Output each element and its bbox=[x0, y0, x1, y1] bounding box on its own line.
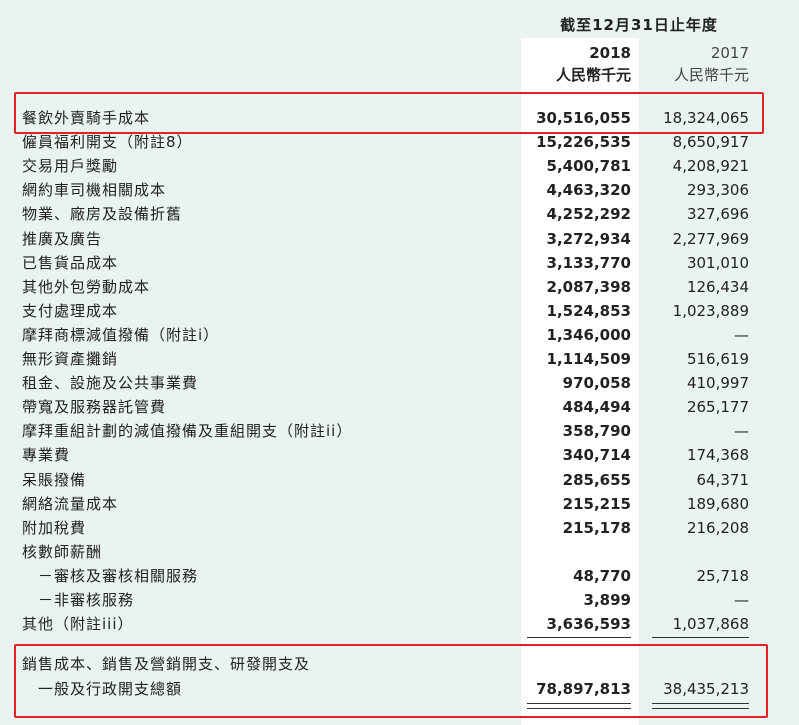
row-label: 無形資產攤銷 bbox=[22, 350, 119, 368]
column-header-2017: 2017 人民幣千元 bbox=[631, 42, 749, 86]
row-label: 交易用戶獎勵 bbox=[22, 157, 119, 176]
row-label: 支付處理成本 bbox=[22, 301, 119, 320]
row-value-2018: 48,770 bbox=[573, 566, 631, 585]
row-value-2017: 265,177 bbox=[686, 398, 749, 417]
table-row: 其他（附註iii） 3,636,593 1,037,868 bbox=[0, 612, 799, 636]
row-value-2018: 215,178 bbox=[562, 518, 631, 537]
row-value-2018: 1,524,853 bbox=[546, 301, 631, 320]
row-value-2018: 4,463,320 bbox=[546, 181, 631, 200]
row-value-2017: 174,368 bbox=[686, 446, 749, 465]
row-value-2017: 516,619 bbox=[686, 350, 749, 368]
row-value-2017: 301,010 bbox=[686, 253, 749, 272]
column-2018-unit: 人民幣千元 bbox=[555, 66, 631, 84]
row-value-2017: 4,208,921 bbox=[672, 157, 749, 176]
row-value-2017: 126,434 bbox=[686, 277, 749, 296]
row-label: 呆賬撥備 bbox=[22, 470, 87, 489]
row-value-2018: 970,058 bbox=[562, 374, 631, 393]
row-value-2017: — bbox=[734, 325, 749, 344]
row-label: 網約車司機相關成本 bbox=[22, 181, 167, 200]
row-value-2017: 25,718 bbox=[696, 566, 750, 585]
row-value-2018: 3,133,770 bbox=[546, 253, 631, 272]
table-row: 核數師薪酬 bbox=[0, 540, 799, 564]
row-value-2017: 2,277,969 bbox=[672, 229, 749, 248]
row-value-2018: 1,114,509 bbox=[546, 350, 631, 368]
row-value-2017: — bbox=[734, 591, 749, 609]
table-row: 摩拜商標減值撥備（附註i） 1,346,000 — bbox=[0, 323, 799, 347]
table-row: 帶寬及服務器託管費 484,494 265,177 bbox=[0, 395, 799, 419]
table-row: 無形資產攤銷 1,114,509 516,619 bbox=[0, 347, 799, 371]
table-row: 支付處理成本 1,524,853 1,023,889 bbox=[0, 299, 799, 323]
table-row: 摩拜重組計劃的減值撥備及重組開支（附註ii） 358,790 — bbox=[0, 419, 799, 443]
row-label: 專業費 bbox=[22, 446, 71, 465]
table-row: 呆賬撥備 285,655 64,371 bbox=[0, 468, 799, 492]
row-value-2018: 285,655 bbox=[562, 470, 631, 489]
table-row: 租金、設施及公共事業費 970,058 410,997 bbox=[0, 371, 799, 395]
table-row: 附加稅費 215,178 216,208 bbox=[0, 516, 799, 540]
row-label: 摩拜重組計劃的減值撥備及重組開支（附註ii） bbox=[22, 422, 353, 441]
row-label: 物業、廠房及設備折舊 bbox=[22, 205, 183, 224]
row-value-2017: 293,306 bbox=[686, 181, 749, 200]
row-label: －審核及審核相關服務 bbox=[38, 566, 199, 585]
highlight-box-rider-cost bbox=[14, 92, 764, 134]
subtotal-underline-2017 bbox=[652, 637, 749, 638]
table-row: 其他外包勞動成本 2,087,398 126,434 bbox=[0, 275, 799, 299]
column-2017-unit: 人民幣千元 bbox=[673, 66, 749, 84]
row-value-2017: 1,023,889 bbox=[672, 301, 749, 320]
table-row: 推廣及廣告 3,272,934 2,277,969 bbox=[0, 227, 799, 251]
row-label: 推廣及廣告 bbox=[22, 229, 103, 248]
column-2017-year: 2017 bbox=[710, 44, 749, 62]
row-label: 附加稅費 bbox=[22, 518, 87, 537]
table-row: 已售貨品成本 3,133,770 301,010 bbox=[0, 251, 799, 275]
row-value-2017: 410,997 bbox=[686, 374, 749, 393]
column-header-2018: 2018 人民幣千元 bbox=[513, 42, 631, 86]
row-value-2018: 4,252,292 bbox=[546, 205, 631, 224]
row-value-2017: 64,371 bbox=[696, 470, 750, 489]
table-row: －非審核服務 3,899 — bbox=[0, 588, 799, 612]
row-label: －非審核服務 bbox=[38, 591, 135, 609]
row-value-2018: 484,494 bbox=[562, 398, 631, 417]
row-value-2018: 2,087,398 bbox=[546, 277, 631, 296]
row-value-2018: 215,215 bbox=[562, 494, 631, 513]
row-value-2018: 3,636,593 bbox=[546, 615, 631, 634]
row-label: 摩拜商標減值撥備（附註i） bbox=[22, 325, 220, 344]
table-row: 網絡流量成本 215,215 189,680 bbox=[0, 492, 799, 516]
row-label: 已售貨品成本 bbox=[22, 253, 119, 272]
row-label: 其他（附註iii） bbox=[22, 615, 134, 634]
table-row: 網約車司機相關成本 4,463,320 293,306 bbox=[0, 178, 799, 202]
row-label: 網絡流量成本 bbox=[22, 494, 119, 513]
row-label: 帶寬及服務器託管費 bbox=[22, 398, 167, 417]
column-2018-year: 2018 bbox=[589, 44, 631, 62]
highlight-box-total bbox=[14, 644, 768, 718]
row-value-2017: 216,208 bbox=[686, 518, 749, 537]
row-value-2018: 3,272,934 bbox=[546, 229, 631, 248]
row-value-2017: 189,680 bbox=[686, 494, 749, 513]
row-value-2018: 358,790 bbox=[562, 422, 631, 441]
table-row: 交易用戶獎勵 5,400,781 4,208,921 bbox=[0, 154, 799, 178]
row-value-2017: 327,696 bbox=[686, 205, 749, 224]
row-value-2018: 5,400,781 bbox=[546, 157, 631, 176]
row-label: 租金、設施及公共事業費 bbox=[22, 374, 199, 393]
period-heading: 截至12月31日止年度 bbox=[560, 16, 718, 34]
row-value-2018: 340,714 bbox=[562, 446, 631, 465]
row-label: 其他外包勞動成本 bbox=[22, 277, 151, 296]
row-value-2018: 1,346,000 bbox=[546, 325, 631, 344]
subtotal-underline-2018 bbox=[527, 637, 631, 638]
table-row: 專業費 340,714 174,368 bbox=[0, 443, 799, 467]
row-label: 核數師薪酬 bbox=[22, 542, 103, 561]
row-value-2017: 1,037,868 bbox=[672, 615, 749, 634]
table-row: －審核及審核相關服務 48,770 25,718 bbox=[0, 564, 799, 588]
financial-statement-page: 截至12月31日止年度 2018 人民幣千元 2017 人民幣千元 餐飲外賣騎手… bbox=[0, 0, 799, 725]
table-row: 物業、廠房及設備折舊 4,252,292 327,696 bbox=[0, 202, 799, 226]
row-value-2018: 3,899 bbox=[583, 591, 631, 609]
row-value-2017: — bbox=[734, 422, 749, 441]
